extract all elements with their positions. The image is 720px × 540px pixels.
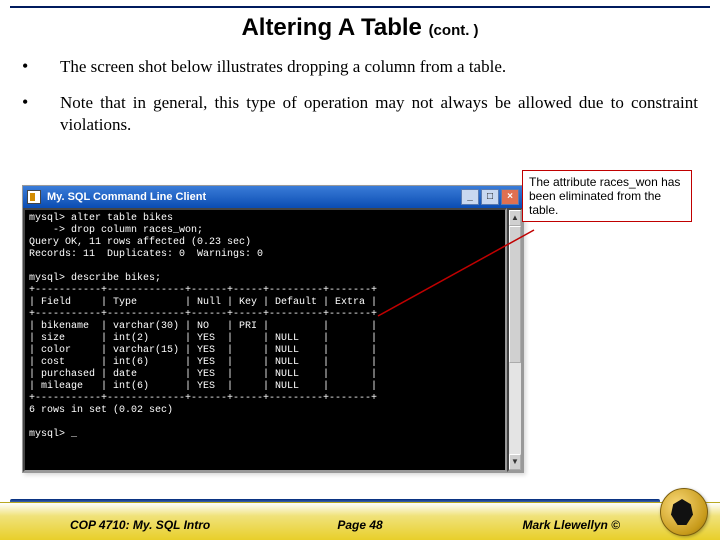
app-icon: [27, 190, 41, 204]
close-button[interactable]: ×: [501, 189, 519, 205]
window-title: My. SQL Command Line Client: [47, 191, 461, 203]
scroll-thumb[interactable]: [509, 226, 521, 363]
bullet-text: Note that in general, this type of opera…: [60, 92, 698, 136]
footer-author: Mark Llewellyn ©: [522, 518, 620, 532]
window-client-area: mysql> alter table bikes -> drop column …: [23, 208, 523, 472]
bullet-marker: •: [22, 92, 60, 136]
minimize-button[interactable]: _: [461, 189, 479, 205]
bullet-marker: •: [22, 56, 60, 78]
callout-box: The attribute races_won has been elimina…: [522, 170, 692, 222]
maximize-button[interactable]: □: [481, 189, 499, 205]
bullet-item: • Note that in general, this type of ope…: [22, 92, 698, 136]
bullet-list: • The screen shot below illustrates drop…: [22, 56, 698, 150]
scroll-down-button[interactable]: ▼: [509, 454, 521, 470]
ucf-logo-icon: [660, 488, 708, 536]
footer-course: COP 4710: My. SQL Intro: [70, 518, 210, 532]
slide-title: Altering A Table (cont. ): [0, 14, 720, 42]
terminal-window: My. SQL Command Line Client _ □ × mysql>…: [22, 185, 524, 473]
scroll-track[interactable]: [509, 226, 521, 454]
terminal-output[interactable]: mysql> alter table bikes -> drop column …: [23, 208, 507, 472]
title-main: Altering A Table: [241, 14, 428, 41]
top-divider: [10, 6, 710, 8]
window-controls: _ □ ×: [461, 189, 519, 205]
callout-text: The attribute races_won has been elimina…: [529, 175, 680, 217]
footer-row: COP 4710: My. SQL Intro Page 48 Mark Lle…: [0, 518, 720, 532]
bullet-text: The screen shot below illustrates droppi…: [60, 56, 698, 78]
scroll-up-button[interactable]: ▲: [509, 210, 521, 226]
title-cont: (cont. ): [429, 22, 479, 39]
bullet-item: • The screen shot below illustrates drop…: [22, 56, 698, 78]
window-titlebar[interactable]: My. SQL Command Line Client _ □ ×: [23, 186, 523, 208]
vertical-scrollbar[interactable]: ▲ ▼: [507, 208, 523, 472]
